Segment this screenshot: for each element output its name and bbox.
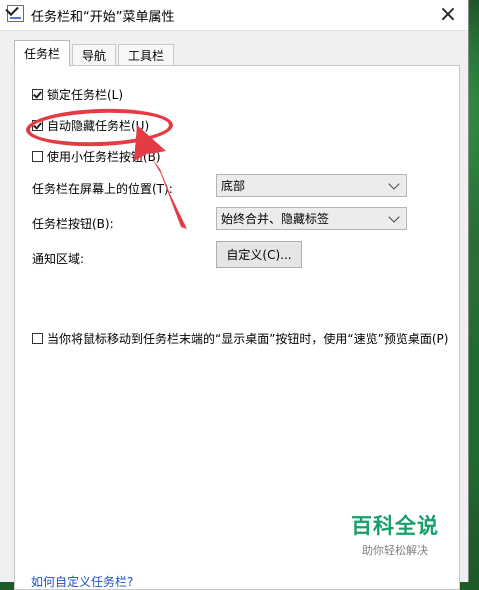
chevron-down-icon [388, 211, 400, 223]
customize-button[interactable]: 自定义(C)... [216, 241, 302, 268]
auto-hide-taskbar-label: 自动隐藏任务栏(U) [47, 119, 150, 133]
taskbar-location-label: 任务栏在屏幕上的位置(T): [32, 182, 173, 196]
lock-taskbar-checkbox[interactable] [32, 89, 43, 100]
window-title: 任务栏和“开始”菜单属性 [31, 10, 175, 25]
chevron-down-icon [388, 178, 400, 190]
tab-taskbar[interactable]: 任务栏 [14, 40, 71, 66]
title-bar: 任务栏和“开始”菜单属性 × [0, 0, 468, 31]
tab-strip: 任务栏 导航 工具栏 [14, 39, 176, 66]
taskbar-buttons-value: 始终合并、隐藏标签 [221, 212, 330, 226]
auto-hide-taskbar-option[interactable]: 自动隐藏任务栏(U) [32, 117, 149, 134]
taskbar-settings-icon [7, 5, 24, 22]
close-button[interactable]: × [428, 0, 468, 30]
notification-area-label: 通知区域: [32, 252, 85, 266]
taskbar-buttons-select[interactable]: 始终合并、隐藏标签 [216, 207, 407, 230]
auto-hide-taskbar-checkbox[interactable] [32, 120, 43, 131]
peek-desktop-checkbox[interactable] [32, 333, 43, 344]
peek-desktop-option[interactable]: 当你将鼠标移动到任务栏末端的“显示桌面”按钮时，使用“速览”预览桌面(P) [32, 330, 448, 347]
lock-taskbar-label: 锁定任务栏(L) [47, 88, 124, 102]
tab-navigation[interactable]: 导航 [72, 44, 117, 66]
peek-desktop-label: 当你将鼠标移动到任务栏末端的“显示桌面”按钮时，使用“速览”预览桌面(P) [47, 332, 449, 346]
close-icon: × [438, 2, 458, 27]
taskbar-settings-panel: 锁定任务栏(L) 自动隐藏任务栏(U) 使用小任务栏按钮(B) 任务栏在屏幕上的… [14, 65, 460, 590]
lock-taskbar-option[interactable]: 锁定任务栏(L) [32, 86, 123, 103]
taskbar-properties-window: 任务栏和“开始”菜单属性 × 任务栏 导航 工具栏 锁定任务栏(L) 自动隐藏任… [0, 0, 469, 590]
taskbar-buttons-label: 任务栏按钮(B): [32, 217, 114, 231]
taskbar-location-select[interactable]: 底部 [216, 174, 407, 197]
taskbar-location-value: 底部 [221, 179, 246, 193]
tab-toolbars[interactable]: 工具栏 [118, 44, 175, 66]
small-taskbar-buttons-checkbox[interactable] [32, 151, 43, 162]
small-taskbar-buttons-option[interactable]: 使用小任务栏按钮(B) [32, 148, 161, 165]
small-taskbar-buttons-label: 使用小任务栏按钮(B) [47, 150, 161, 164]
